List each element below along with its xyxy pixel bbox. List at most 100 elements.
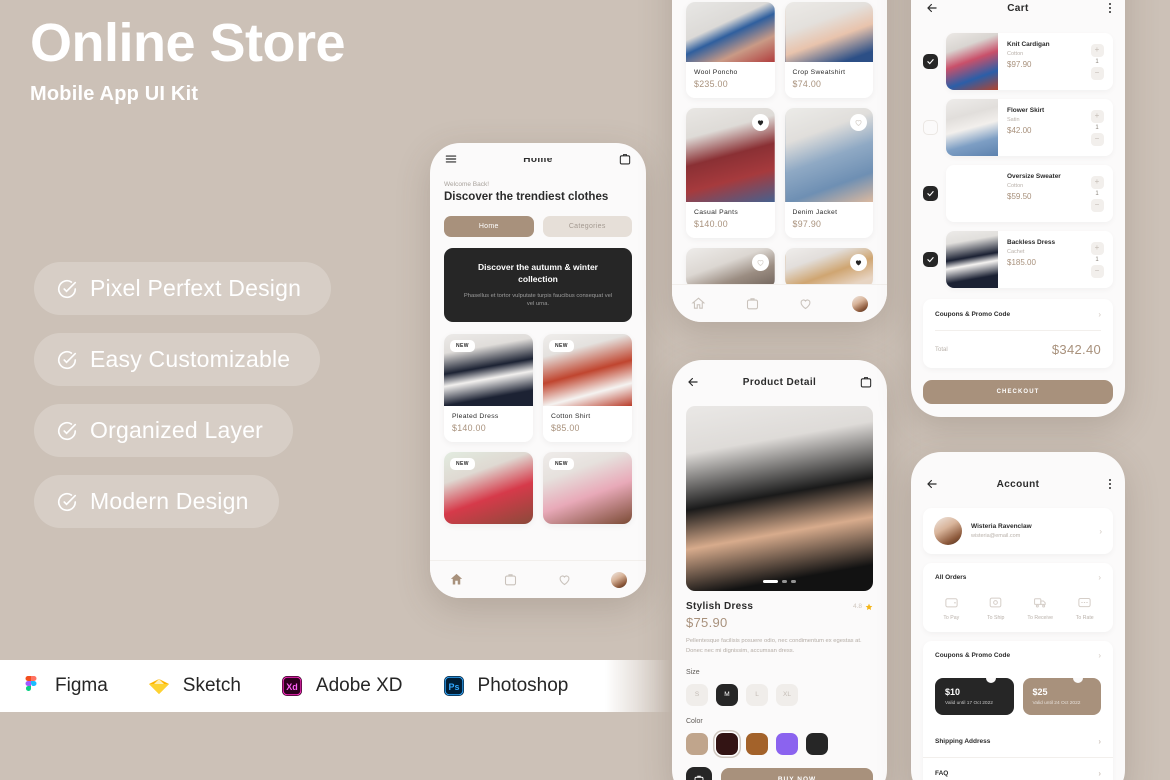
product-card[interactable]: Crop Sweatshirt $74.00 — [784, 2, 874, 98]
feature-pill-2: Organized Layer — [34, 404, 294, 457]
checkout-button[interactable]: CHECKOUT — [923, 380, 1113, 404]
tool-sketch: Sketch — [146, 673, 241, 699]
increase-qty-button[interactable]: + — [1090, 43, 1104, 57]
total-value: $342.40 — [1051, 342, 1101, 357]
color-swatch-brown[interactable] — [746, 732, 768, 755]
cart-checkbox[interactable] — [923, 54, 938, 69]
new-badge: NEW — [450, 340, 475, 352]
heart-icon[interactable] — [798, 296, 813, 311]
rating-badge: 4.8 — [853, 603, 873, 611]
color-options — [672, 725, 887, 755]
heart-icon[interactable] — [751, 114, 769, 131]
add-to-bag-button[interactable] — [686, 766, 712, 780]
product-card[interactable]: NEW — [444, 452, 533, 524]
coupons-row[interactable]: Coupons & Promo Code › — [923, 299, 1113, 330]
cart-card[interactable]: Flower Skirt Satin $42.00 + 1 − — [946, 99, 1113, 156]
buy-now-button[interactable]: BUY NOW — [721, 768, 873, 780]
size-option-m[interactable]: M — [716, 683, 738, 706]
home-product-grid: NEW Pleated Dress $140.00 NEW Cotton Shi… — [430, 322, 646, 524]
page-subtitle: Mobile App UI Kit — [30, 83, 199, 106]
cart-checkbox[interactable] — [923, 186, 938, 201]
detail-title: Product Detail — [742, 376, 817, 388]
product-card[interactable]: NEW Cotton Shirt $85.00 — [543, 334, 632, 442]
product-hero-image[interactable] — [686, 406, 873, 591]
heart-icon[interactable] — [751, 254, 769, 271]
product-card[interactable]: Wool Poncho $235.00 — [686, 2, 775, 98]
product-meta: Crop Sweatshirt $74.00 — [785, 62, 874, 98]
chevron-right-icon: › — [1099, 526, 1102, 536]
size-option-l[interactable]: L — [746, 683, 768, 706]
coupons-row[interactable]: Coupons & Promo Code › — [923, 641, 1113, 669]
photoshop-icon: Ps — [441, 673, 467, 699]
order-step-to-pay[interactable]: To Pay — [930, 595, 972, 621]
product-card[interactable]: Denim Jacket $97.90 — [784, 108, 873, 238]
product-card[interactable] — [686, 248, 775, 288]
shopping-bag-icon[interactable] — [503, 572, 518, 587]
increase-qty-button[interactable]: + — [1090, 109, 1104, 123]
decrease-qty-button[interactable]: − — [1090, 132, 1104, 146]
new-badge: NEW — [549, 340, 574, 352]
chevron-right-icon: › — [1098, 769, 1101, 778]
product-price: $140.00 — [694, 219, 728, 229]
avatar-icon[interactable] — [851, 295, 868, 312]
account-profile-card[interactable]: Wisteria Ravenclaw wisteria@email.com › — [923, 508, 1113, 554]
carousel-dot[interactable] — [782, 580, 787, 583]
heart-icon[interactable] — [850, 114, 867, 131]
cart-row: Knit Cardigan Cotton $97.90 + 1 − — [911, 33, 1125, 90]
product-card[interactable]: NEW — [543, 452, 632, 524]
product-card[interactable]: Casual Pants $140.00 — [686, 108, 775, 238]
increase-qty-button[interactable]: + — [1090, 241, 1104, 255]
increase-qty-button[interactable]: + — [1090, 175, 1104, 189]
color-swatch-darkbrown[interactable] — [716, 732, 738, 755]
decrease-qty-button[interactable]: − — [1090, 66, 1104, 80]
color-swatch-purple[interactable] — [776, 732, 798, 755]
product-price: $235.00 — [694, 79, 728, 89]
product-card[interactable] — [784, 248, 873, 288]
segment-categories[interactable]: Categories — [542, 216, 632, 237]
cart-item-info: Knit Cardigan Cotton $97.90 — [998, 33, 1085, 90]
cart-card[interactable]: Knit Cardigan Cotton $97.90 + 1 − — [946, 33, 1113, 90]
voucher-card[interactable]: $25 Valid until 24 Oct 2022 — [1022, 678, 1101, 715]
segment-home[interactable]: Home — [444, 216, 534, 237]
cart-card[interactable]: Backless Dress Cachet $185.00 + 1 − — [946, 231, 1113, 288]
order-step-to-rate[interactable]: To Rate — [1064, 595, 1106, 621]
product-price: $74.00 — [792, 79, 822, 89]
svg-text:Ps: Ps — [448, 682, 459, 692]
cart-item-qty: 1 — [1095, 124, 1099, 131]
chevron-right-icon: › — [1098, 737, 1101, 746]
home-icon[interactable] — [449, 572, 464, 587]
decrease-qty-button[interactable]: − — [1090, 264, 1104, 278]
carousel-dot[interactable] — [791, 580, 796, 583]
all-orders-row[interactable]: All Orders › — [923, 563, 1113, 591]
heart-icon[interactable] — [557, 572, 572, 587]
carousel-dot-active[interactable] — [763, 580, 778, 583]
cart-item-material: Cachet — [1007, 248, 1025, 255]
chevron-right-icon: › — [1098, 651, 1101, 660]
home-icon[interactable] — [691, 296, 706, 311]
decrease-qty-button[interactable]: − — [1090, 198, 1104, 212]
product-card[interactable]: NEW Pleated Dress $140.00 — [444, 334, 533, 442]
order-step-to-ship[interactable]: To Ship — [975, 595, 1017, 621]
detail-action-row: BUY NOW — [672, 755, 887, 780]
cart-checkbox[interactable] — [923, 252, 938, 267]
product-name: Stylish Dress — [686, 601, 754, 612]
shopping-bag-icon[interactable] — [745, 296, 760, 311]
cart-checkbox[interactable] — [923, 120, 938, 135]
color-swatch-black[interactable] — [806, 732, 828, 755]
voucher-card[interactable]: $10 Valid until 17 Oct 2022 — [935, 678, 1014, 715]
cart-card[interactable]: Oversize Sweater Cotton $59.50 + 1 − — [946, 165, 1113, 222]
cart-item-image — [946, 99, 998, 156]
cart-item-qty: 1 — [1095, 256, 1099, 263]
order-step-to-receive[interactable]: To Receive — [1019, 595, 1061, 621]
product-price: $75.90 — [686, 615, 728, 630]
promo-banner[interactable]: Discover the autumn & winter collection … — [444, 248, 632, 322]
shipping-address-row[interactable]: Shipping Address › — [923, 726, 1113, 757]
size-option-s[interactable]: S — [686, 683, 708, 706]
cart-item-price: $42.00 — [1007, 125, 1032, 135]
avatar-icon[interactable] — [610, 571, 627, 588]
heart-icon[interactable] — [850, 254, 867, 271]
cart-item-price: $97.90 — [1007, 59, 1032, 69]
faq-row[interactable]: FAQ › — [923, 757, 1113, 780]
size-option-xl[interactable]: XL — [776, 683, 798, 706]
color-swatch-tan[interactable] — [686, 732, 708, 755]
